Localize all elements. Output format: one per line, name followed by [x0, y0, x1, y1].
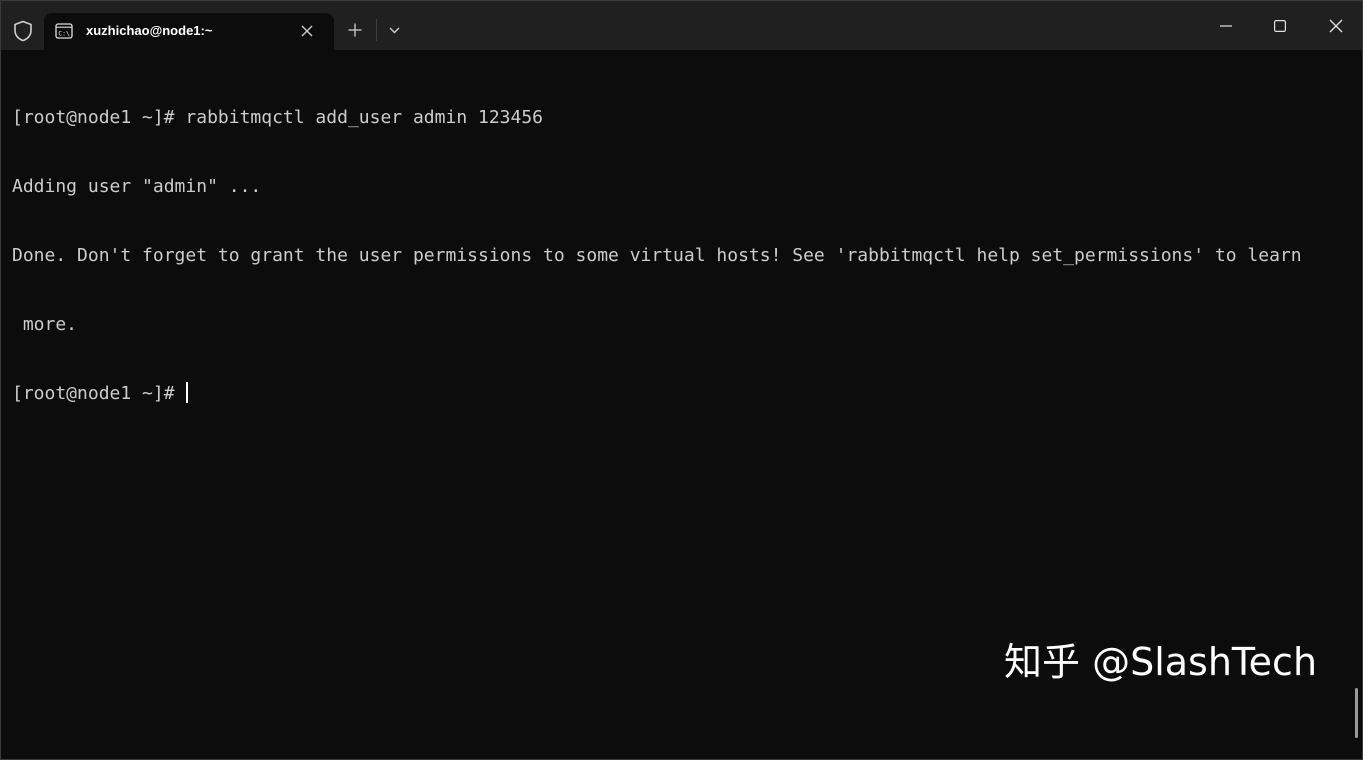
shield-icon: [14, 20, 32, 42]
title-bar: C:\ xuzhichao@node1:~: [1, 1, 1362, 50]
terminal-line: more.: [12, 314, 78, 335]
terminal-line: [root@node1 ~]# rabbitmqctl add_user adm…: [12, 107, 544, 128]
svg-text:C:\: C:\: [58, 30, 70, 38]
minimize-button[interactable]: [1200, 1, 1252, 50]
text-cursor: [186, 382, 189, 403]
tab-separator: [376, 19, 377, 41]
close-window-button[interactable]: [1309, 1, 1361, 50]
watermark: 知乎 @SlashTech: [1004, 640, 1318, 684]
maximize-button[interactable]: [1254, 1, 1306, 50]
close-window-icon: [1329, 19, 1343, 33]
tab-terminal[interactable]: C:\ xuzhichao@node1:~: [44, 13, 334, 50]
terminal-window: C:\ xuzhichao@node1:~ [root@node1 ~]# ra…: [0, 0, 1363, 760]
terminal-tab-icon: C:\: [55, 23, 73, 39]
prompt-text: [root@node1 ~]#: [12, 383, 186, 404]
maximize-icon: [1274, 20, 1286, 32]
minimize-icon: [1220, 25, 1232, 27]
plus-icon[interactable]: [347, 22, 363, 38]
tab-title: xuzhichao@node1:~: [86, 23, 213, 38]
terminal-line: Adding user "admin" ...: [12, 176, 262, 197]
prompt-line: [root@node1 ~]#: [12, 382, 1302, 405]
terminal-lines: [root@node1 ~]# rabbitmqctl add_user adm…: [12, 60, 1302, 451]
terminal-line: Done. Don't forget to grant the user per…: [12, 245, 1302, 266]
scrollbar[interactable]: [1355, 688, 1358, 738]
close-icon[interactable]: [300, 24, 314, 38]
chevron-down-icon[interactable]: [388, 25, 401, 35]
